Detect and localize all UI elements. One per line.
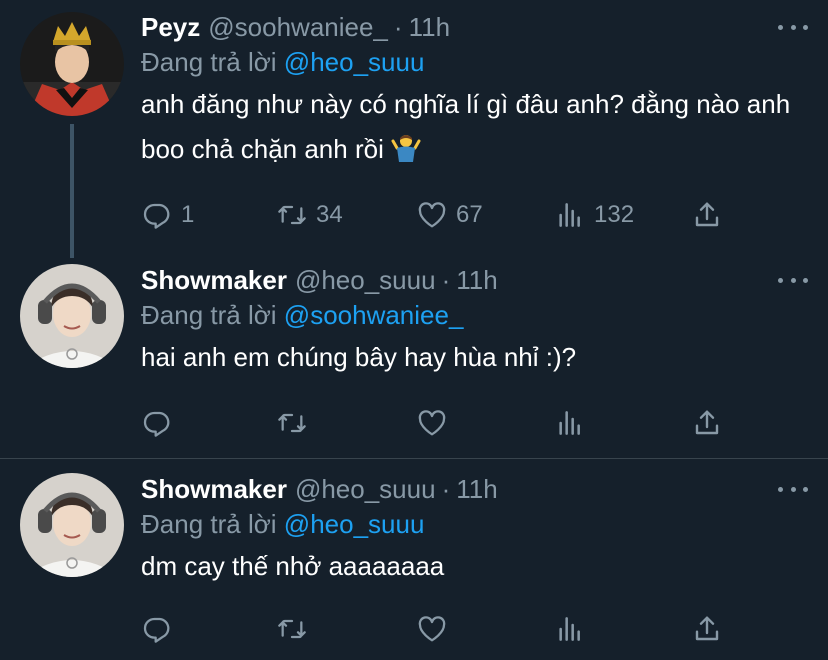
reply-icon bbox=[143, 411, 170, 437]
views-button[interactable] bbox=[554, 403, 586, 443]
retweet-count: 34 bbox=[316, 201, 343, 228]
tweet-header: Showmaker @heo_suuu · 11h bbox=[141, 263, 808, 297]
avatar[interactable] bbox=[20, 473, 124, 577]
tweet-text: dm cay thế nhở aaaaaaaa bbox=[141, 544, 808, 589]
share-button[interactable] bbox=[691, 609, 723, 649]
retweet-icon bbox=[278, 205, 306, 225]
views-icon bbox=[559, 617, 580, 641]
more-icon[interactable] bbox=[778, 480, 808, 498]
reply-icon bbox=[143, 617, 170, 643]
replying-to-label: Đang trả lời bbox=[141, 47, 277, 77]
replying-to-label: Đang trả lời bbox=[141, 300, 277, 330]
tweet-text-content: hai anh em chúng bây hay hùa nhỉ :)? bbox=[141, 342, 577, 372]
tweet[interactable]: Showmaker @heo_suuu · 11h Đang trả lời @… bbox=[0, 250, 828, 458]
retweet-button[interactable]: 34 bbox=[276, 195, 343, 235]
tweet-text-content: anh đăng như này có nghĩa lí gì đâu anh?… bbox=[141, 89, 791, 164]
reply-button[interactable]: 1 bbox=[141, 195, 194, 235]
retweet-button[interactable] bbox=[276, 609, 308, 649]
tweet-body: Peyz @soohwaniee_ · 11h Đang trả lời @he… bbox=[141, 10, 808, 172]
thread-connector bbox=[70, 124, 74, 258]
views-icon bbox=[559, 411, 580, 435]
user-handle[interactable]: @heo_suuu bbox=[295, 472, 436, 506]
tweet-text: hai anh em chúng bây hay hùa nhỉ :)? bbox=[141, 335, 808, 380]
share-icon bbox=[695, 410, 719, 435]
user-handle[interactable]: @soohwaniee_ bbox=[208, 10, 388, 44]
share-icon bbox=[695, 616, 719, 641]
tweet-header: Peyz @soohwaniee_ · 11h bbox=[141, 10, 808, 44]
tweet-actions bbox=[141, 403, 741, 443]
mention-link[interactable]: @heo_suuu bbox=[284, 47, 425, 77]
like-icon bbox=[418, 202, 446, 228]
display-name[interactable]: Showmaker bbox=[141, 263, 287, 297]
tweet-text-content: dm cay thế nhở aaaaaaaa bbox=[141, 551, 445, 581]
reply-button[interactable] bbox=[141, 609, 173, 649]
reply-thread: Peyz @soohwaniee_ · 11h Đang trả lời @he… bbox=[0, 0, 828, 659]
avatar[interactable] bbox=[20, 12, 124, 116]
replying-to: Đang trả lời @soohwaniee_ bbox=[141, 297, 808, 333]
tweet-body: Showmaker @heo_suuu · 11h Đang trả lời @… bbox=[141, 472, 808, 589]
timestamp[interactable]: 11h bbox=[409, 10, 450, 44]
views-button[interactable]: 132 bbox=[554, 195, 634, 235]
tweet-actions: 1 34 67 132 bbox=[141, 195, 741, 235]
like-button[interactable] bbox=[416, 609, 448, 649]
tweet-header: Showmaker @heo_suuu · 11h bbox=[141, 472, 808, 506]
separator-dot: · bbox=[441, 474, 451, 504]
tweet[interactable]: Peyz @soohwaniee_ · 11h Đang trả lời @he… bbox=[0, 0, 828, 258]
timestamp[interactable]: 11h bbox=[456, 263, 497, 297]
like-button[interactable]: 67 bbox=[416, 195, 483, 235]
avatar[interactable] bbox=[20, 264, 124, 368]
separator-dot: · bbox=[393, 12, 403, 42]
tweet-body: Showmaker @heo_suuu · 11h Đang trả lời @… bbox=[141, 263, 808, 380]
mention-link[interactable]: @heo_suuu bbox=[284, 509, 425, 539]
like-count: 67 bbox=[456, 201, 483, 228]
tweet-text: anh đăng như này có nghĩa lí gì đâu anh?… bbox=[141, 82, 808, 172]
more-icon[interactable] bbox=[778, 18, 808, 36]
share-button[interactable] bbox=[691, 195, 723, 235]
person-shrugging-emoji-icon bbox=[391, 135, 421, 162]
retweet-icon bbox=[278, 413, 306, 433]
display-name[interactable]: Showmaker bbox=[141, 472, 287, 506]
separator-dot: · bbox=[441, 265, 451, 295]
replying-to-label: Đang trả lời bbox=[141, 509, 277, 539]
share-button[interactable] bbox=[691, 403, 723, 443]
share-icon bbox=[695, 202, 719, 227]
reply-count: 1 bbox=[181, 201, 195, 228]
tweet-actions bbox=[141, 609, 741, 649]
reply-icon bbox=[143, 203, 170, 229]
retweet-icon bbox=[278, 619, 306, 639]
views-icon bbox=[559, 203, 580, 227]
more-icon[interactable] bbox=[778, 271, 808, 289]
reply-button[interactable] bbox=[141, 403, 173, 443]
views-button[interactable] bbox=[554, 609, 586, 649]
views-count: 132 bbox=[594, 201, 635, 228]
like-icon bbox=[418, 410, 446, 436]
tweet[interactable]: Showmaker @heo_suuu · 11h Đang trả lời @… bbox=[0, 458, 828, 660]
timestamp[interactable]: 11h bbox=[456, 472, 497, 506]
like-icon bbox=[418, 616, 446, 642]
mention-link[interactable]: @soohwaniee_ bbox=[284, 300, 464, 330]
like-button[interactable] bbox=[416, 403, 448, 443]
user-handle[interactable]: @heo_suuu bbox=[295, 263, 436, 297]
replying-to: Đang trả lời @heo_suuu bbox=[141, 44, 808, 80]
replying-to: Đang trả lời @heo_suuu bbox=[141, 506, 808, 542]
display-name[interactable]: Peyz bbox=[141, 10, 200, 44]
retweet-button[interactable] bbox=[276, 403, 308, 443]
